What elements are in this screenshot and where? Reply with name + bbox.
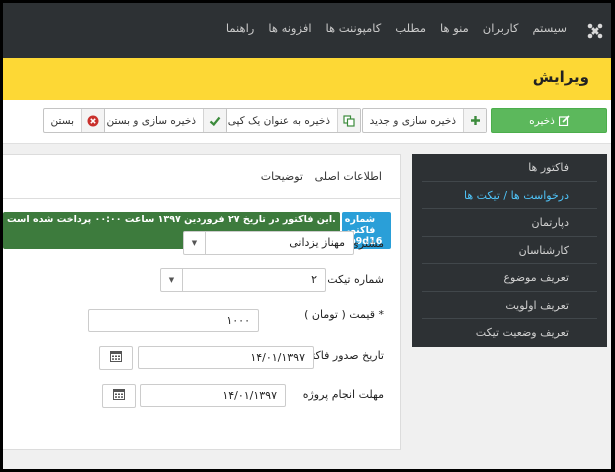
price-input[interactable]: ۱۰۰۰ xyxy=(88,309,259,332)
sidebar-item-departments[interactable]: دپارتمان xyxy=(422,209,597,237)
save-and-new-button[interactable]: ذخیره سازی و جدید xyxy=(361,108,487,133)
calendar-icon xyxy=(110,351,122,365)
ticket-select[interactable]: ۲ ▼ xyxy=(160,268,326,292)
sidebar-item-experts[interactable]: کارشناسان xyxy=(422,237,597,264)
page-title: ویرایش xyxy=(532,68,589,86)
save-and-new-label: ذخیره سازی و جدید xyxy=(369,114,456,127)
nav-help[interactable]: راهنما xyxy=(226,21,254,35)
save-and-close-label: ذخیره سازی و بستن xyxy=(106,114,196,127)
save-button[interactable]: ذخیره xyxy=(491,108,607,133)
close-button[interactable]: بستن xyxy=(42,108,105,133)
toolbar: ذخیره ذخیره سازی و جدید ذخیره به عنوان ی… xyxy=(3,100,611,144)
deadline-label: مهلت انجام پروژه xyxy=(302,388,384,401)
chevron-down-icon: ▼ xyxy=(184,232,206,254)
sidebar-item-invoices[interactable]: فاکتور ها xyxy=(422,154,597,182)
cancel-icon xyxy=(81,109,104,132)
ticket-label: شماره تیکت xyxy=(327,273,384,286)
nav-components[interactable]: کامپوننت ها xyxy=(326,21,382,35)
save-label: ذخیره xyxy=(529,114,555,127)
edit-icon xyxy=(558,109,572,132)
price-label: قیمت ( تومان ) * xyxy=(304,308,384,321)
sidebar: فاکتور ها درخواست ها / تیکت ها دپارتمان … xyxy=(412,154,607,347)
tab-bar: اطلاعات اصلی توضیحات xyxy=(3,155,400,199)
nav-content[interactable]: مطلب xyxy=(395,21,426,35)
save-as-copy-button[interactable]: ذخیره به عنوان یک کپی xyxy=(219,108,361,133)
calendar-button[interactable] xyxy=(99,346,133,370)
issue-date-input[interactable]: ۱۴/۰۱/۱۳۹۷ xyxy=(138,346,314,369)
nav-users[interactable]: کاربران xyxy=(483,21,519,35)
edit-form-panel: اطلاعات اصلی توضیحات شماره فاکتور fb9d16… xyxy=(3,154,401,450)
sidebar-item-subjects[interactable]: تعریف موضوع xyxy=(422,264,597,292)
calendar-icon xyxy=(113,389,125,403)
save-and-close-button[interactable]: ذخیره سازی و بستن xyxy=(98,108,227,133)
calendar-button[interactable] xyxy=(102,384,136,408)
nav-system[interactable]: سیستم xyxy=(533,21,568,35)
ticket-value: ۲ xyxy=(311,273,317,286)
nav-menus[interactable]: منو ها xyxy=(440,21,469,35)
check-icon xyxy=(203,109,226,132)
save-as-copy-label: ذخیره به عنوان یک کپی xyxy=(227,114,330,127)
chevron-down-icon: ▼ xyxy=(161,269,183,291)
sidebar-item-tickets[interactable]: درخواست ها / تیکت ها xyxy=(422,182,597,209)
deadline-input[interactable]: ۱۴/۰۱/۱۳۹۷ xyxy=(140,384,286,407)
plus-icon xyxy=(463,109,486,132)
tab-description[interactable]: توضیحات xyxy=(261,170,303,183)
sidebar-item-ticket-status[interactable]: تعریف وضعیت تیکت xyxy=(422,319,597,347)
title-band: ویرایش xyxy=(3,58,611,100)
customer-value: مهناز یزدانی xyxy=(289,236,345,249)
nav-extensions[interactable]: افزونه ها xyxy=(268,21,311,35)
customer-label: مشتری xyxy=(350,237,384,250)
app-window: سیستم کاربران منو ها مطلب کامپوننت ها اف… xyxy=(3,3,611,469)
copy-icon xyxy=(337,109,360,132)
tab-main-info[interactable]: اطلاعات اصلی xyxy=(315,170,382,183)
sidebar-item-priorities[interactable]: تعریف اولویت xyxy=(422,292,597,319)
customer-select[interactable]: مهناز یزدانی ▼ xyxy=(183,231,354,255)
close-label: بستن xyxy=(50,114,74,127)
main-menu: سیستم کاربران منو ها مطلب کامپوننت ها اف… xyxy=(226,21,567,35)
top-navbar: سیستم کاربران منو ها مطلب کامپوننت ها اف… xyxy=(3,3,611,58)
joomla-logo-icon[interactable] xyxy=(587,23,603,39)
